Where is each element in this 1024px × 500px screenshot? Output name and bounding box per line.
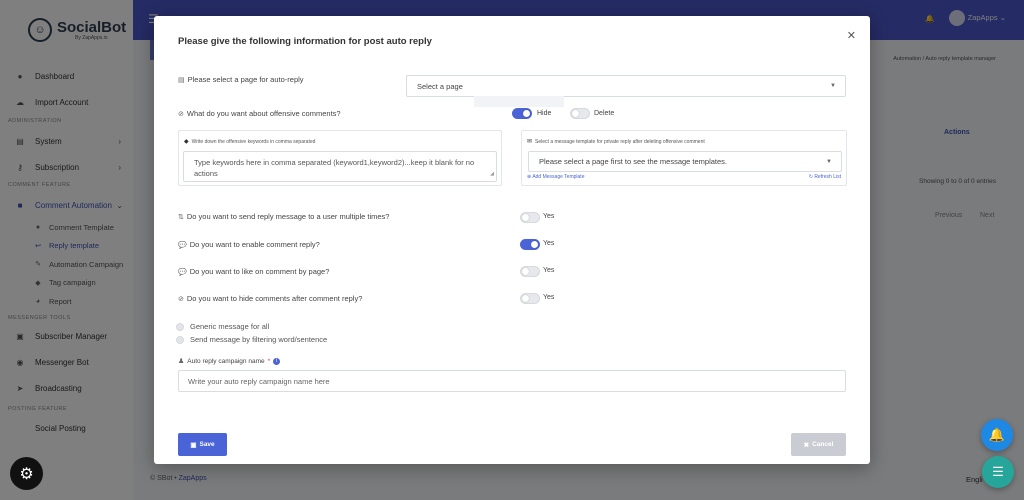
option-hide-comments-label: ⊘ Do you want to hide comments after com… — [178, 294, 362, 303]
campaign-name-input[interactable]: Write your auto reply campaign name here — [178, 370, 846, 392]
eye-slash-icon: ⊘ — [178, 295, 184, 303]
keywords-header-text: Write down the offensive keywords in com… — [191, 138, 316, 145]
floppy-icon: ▣ — [190, 441, 197, 449]
delete-toggle[interactable] — [570, 108, 590, 119]
radio-circle[interactable] — [176, 335, 184, 344]
comment-icon: 💬 — [178, 241, 187, 249]
file-icon: ▤ — [178, 76, 185, 84]
option-label-text: Do you want to enable comment reply? — [189, 240, 320, 249]
delete-label: Delete — [594, 110, 615, 117]
chat-icon: ☰ — [992, 464, 1004, 479]
offensive-label-text: What do you want about offensive comment… — [186, 109, 341, 118]
select-dropdown-shadow — [474, 96, 564, 107]
template-header: ✉ Select a message template for private … — [527, 138, 705, 146]
add-template-text: Add Message Template — [532, 174, 585, 180]
tags-icon: ◆ — [184, 139, 189, 145]
close-icon: ✖ — [803, 441, 810, 449]
cancel-button[interactable]: ✖ Cancel — [791, 433, 846, 456]
envelope-icon: ✉ — [527, 139, 533, 145]
template-header-text: Select a message template for private re… — [535, 138, 705, 145]
option-enable-comment-reply-label: 💬 Do you want to enable comment reply? — [178, 240, 320, 249]
sort-icon: ⇅ — [178, 213, 184, 221]
like-comment-yes: Yes — [543, 267, 555, 274]
keywords-header: ◆ Write down the offensive keywords in c… — [184, 138, 316, 146]
modal-title: Please give the following information fo… — [178, 36, 432, 47]
radio-generic-message[interactable]: Generic message for all — [176, 322, 269, 331]
option-label-text: Do you want to hide comments after comme… — [186, 294, 363, 303]
brand-badge-icon[interactable]: ⚙ — [10, 457, 43, 490]
template-select-value: Please select a page first to see the me… — [539, 157, 728, 166]
option-label-text: Do you want to send reply message to a u… — [186, 212, 390, 221]
save-button[interactable]: ▣ Save — [178, 433, 227, 456]
caret-down-icon: ▼ — [830, 83, 836, 89]
caret-down-icon: ▼ — [826, 158, 832, 165]
save-label: Save — [199, 441, 215, 448]
option-like-comment-label: 💬 Do you want to like on comment by page… — [178, 267, 329, 276]
enable-comment-reply-toggle[interactable] — [520, 239, 540, 250]
hide-label: Hide — [537, 110, 552, 117]
cancel-label: Cancel — [812, 441, 834, 448]
campaign-name-label-text: Auto reply campaign name — [187, 357, 265, 365]
keywords-placeholder: Type keywords here in comma separated (k… — [194, 158, 475, 178]
page-select[interactable]: Select a page ▼ — [406, 75, 846, 97]
radio-filter-label: Send message by filtering word/sentence — [190, 335, 328, 344]
multiple-reply-yes: Yes — [543, 213, 555, 220]
template-select[interactable]: Please select a page first to see the me… — [528, 151, 842, 172]
refresh-list-link[interactable]: ↻ Refresh List — [809, 174, 841, 180]
comment-icon: 💬 — [178, 268, 187, 276]
resize-handle-icon[interactable]: ◢ — [490, 169, 494, 180]
user-icon: ♟ — [178, 358, 185, 365]
option-label-text: Do you want to like on comment by page? — [189, 267, 330, 276]
info-icon[interactable]: i — [273, 357, 281, 365]
refresh-list-text: Refresh List — [814, 174, 841, 180]
close-icon[interactable]: ✕ — [847, 29, 856, 42]
auto-reply-modal: Please give the following information fo… — [154, 16, 870, 464]
campaign-name-label: ♟ Auto reply campaign name * i — [178, 357, 281, 365]
multiple-reply-toggle[interactable] — [520, 212, 540, 223]
option-multiple-reply-label: ⇅ Do you want to send reply message to a… — [178, 212, 389, 221]
radio-filter-message[interactable]: Send message by filtering word/sentence — [176, 335, 327, 344]
chat-fab[interactable]: ☰ — [982, 456, 1014, 488]
offensive-keywords-textarea[interactable]: Type keywords here in comma separated (k… — [183, 151, 497, 182]
hide-toggle[interactable] — [512, 108, 532, 119]
hide-comments-yes: Yes — [543, 294, 555, 301]
offensive-label: ⊘ What do you want about offensive comme… — [178, 109, 341, 118]
like-comment-toggle[interactable] — [520, 266, 540, 277]
page-select-value: Select a page — [417, 81, 463, 91]
keywords-panel: ◆ Write down the offensive keywords in c… — [178, 130, 502, 186]
enable-comment-reply-yes: Yes — [543, 240, 555, 247]
page-select-label-text: Please select a page for auto-reply — [187, 75, 304, 84]
add-message-template-link[interactable]: ⊕ Add Message Template — [527, 174, 584, 180]
bell-icon: 🔔 — [988, 427, 1006, 442]
notification-fab[interactable]: 🔔 — [981, 419, 1013, 451]
page-select-label: ▤ Please select a page for auto-reply — [178, 75, 304, 84]
campaign-name-placeholder: Write your auto reply campaign name here — [188, 376, 330, 386]
required-marker: * — [267, 357, 271, 365]
hide-comments-toggle[interactable] — [520, 293, 540, 304]
ban-icon: ⊘ — [178, 110, 184, 118]
template-panel: ✉ Select a message template for private … — [521, 130, 847, 186]
radio-circle[interactable] — [176, 322, 184, 331]
radio-generic-label: Generic message for all — [190, 322, 270, 331]
